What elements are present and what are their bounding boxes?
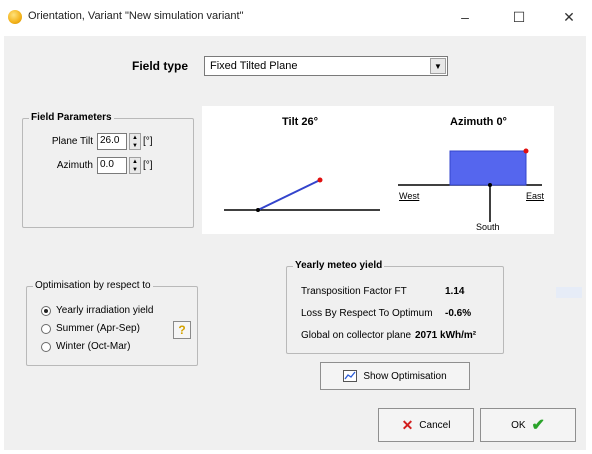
azimuth-label: Azimuth <box>56 160 93 171</box>
plane-tilt-input[interactable]: 26.0 <box>97 133 127 150</box>
option-summer-label: Summer (Apr-Sep) <box>56 323 140 334</box>
ok-button[interactable]: OK ✔ <box>480 408 576 442</box>
plane-tilt-unit: [°] <box>143 136 153 147</box>
option-winter[interactable]: Winter (Oct-Mar) <box>41 341 130 352</box>
radio-summer[interactable] <box>41 323 51 334</box>
radio-yearly[interactable] <box>41 305 51 316</box>
chevron-down-icon[interactable]: ▼ <box>430 58 446 74</box>
hidden-indicator <box>556 287 582 298</box>
west-label: West <box>399 191 420 201</box>
plane-tilt-label: Plane Tilt <box>51 136 93 147</box>
title-bar: Orientation, Variant "New simulation var… <box>0 0 592 34</box>
option-summer[interactable]: Summer (Apr-Sep) <box>41 323 140 334</box>
plane-tilt-spinner[interactable]: ▲ ▼ <box>129 133 141 150</box>
field-type-select[interactable]: Fixed Tilted Plane ▼ <box>204 56 448 76</box>
option-yearly-label: Yearly irradiation yield <box>56 305 154 316</box>
field-type-label: Field type <box>132 59 189 73</box>
option-winter-label: Winter (Oct-Mar) <box>56 341 131 352</box>
azimuth-input[interactable]: 0.0 <box>97 157 127 174</box>
check-icon: ✔ <box>531 417 545 434</box>
option-yearly[interactable]: Yearly irradiation yield <box>41 305 153 316</box>
dialog-body: Field type Fixed Tilted Plane ▼ Field Pa… <box>4 36 586 450</box>
field-parameters-title: Field Parameters <box>29 112 114 123</box>
app-icon <box>8 10 22 24</box>
orientation-preview: Tilt 26° Azimuth 0° West East South <box>202 106 554 234</box>
cancel-button[interactable]: ✕ Cancel <box>378 408 474 442</box>
close-icon[interactable]: ✕ <box>546 4 592 30</box>
global-value: 2071 kWh/m² <box>415 330 477 341</box>
help-icon[interactable]: ? <box>173 321 191 339</box>
transposition-value: 1.14 <box>445 286 465 297</box>
window-title: Orientation, Variant "New simulation var… <box>28 10 244 22</box>
plane-tilt-row: Plane Tilt 26.0 ▲ ▼ [°] <box>43 133 153 150</box>
loss-value: -0.6% <box>445 308 472 319</box>
loss-label: Loss By Respect To Optimum <box>301 308 433 319</box>
cancel-label: Cancel <box>419 419 451 431</box>
optimisation-group: Optimisation by respect to Yearly irradi… <box>26 280 198 366</box>
east-label: East <box>526 191 545 201</box>
maximize-icon[interactable]: ☐ <box>496 4 542 30</box>
yearly-meteo-title: Yearly meteo yield <box>293 260 385 271</box>
field-parameters-group: Field Parameters Plane Tilt 26.0 ▲ ▼ [°] … <box>22 112 194 228</box>
show-optimisation-button[interactable]: Show Optimisation <box>320 362 470 390</box>
global-label: Global on collector plane <box>301 330 412 341</box>
cancel-icon: ✕ <box>401 416 414 433</box>
radio-winter[interactable] <box>41 341 51 352</box>
ok-label: OK <box>511 419 526 431</box>
yearly-meteo-group: Yearly meteo yield Transposition Factor … <box>286 260 504 354</box>
south-label: South <box>476 222 500 232</box>
chart-icon <box>343 370 358 382</box>
minimize-icon[interactable]: – <box>442 4 488 30</box>
orientation-diagram <box>224 148 542 222</box>
field-type-value: Fixed Tilted Plane <box>210 60 298 72</box>
show-optimisation-label: Show Optimisation <box>363 370 447 382</box>
azimuth-row: Azimuth 0.0 ▲ ▼ [°] <box>43 157 153 174</box>
transposition-label: Transposition Factor FT <box>301 286 407 297</box>
optimisation-title: Optimisation by respect to <box>33 280 153 291</box>
azimuth-unit: [°] <box>143 160 153 171</box>
azimuth-spinner[interactable]: ▲ ▼ <box>129 157 141 174</box>
